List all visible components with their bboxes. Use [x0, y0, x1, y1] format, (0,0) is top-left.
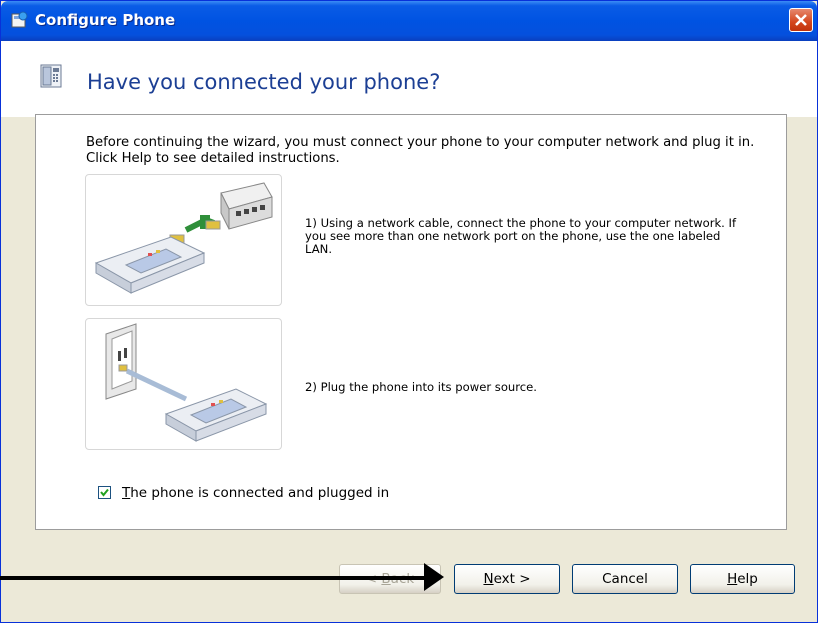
- step-1-text: 1) Using a network cable, connect the ph…: [305, 216, 737, 256]
- power-illustration: [85, 318, 282, 450]
- cancel-button[interactable]: Cancel: [572, 564, 678, 594]
- arrow-pointer-line: [0, 576, 430, 580]
- configure-phone-dialog: Configure Phone Have you connected your …: [0, 0, 818, 623]
- phone-icon: [40, 64, 62, 88]
- next-button[interactable]: Next >: [454, 564, 560, 594]
- window-title: Configure Phone: [35, 11, 176, 29]
- arrow-pointer-head: [424, 563, 444, 591]
- close-button[interactable]: [789, 8, 813, 32]
- checkmark-icon: [100, 488, 109, 497]
- title-bar[interactable]: Configure Phone: [1, 1, 817, 41]
- page-title: Have you connected your phone?: [87, 70, 441, 94]
- content-panel: Before continuing the wizard, you must c…: [35, 114, 787, 530]
- connected-checkbox[interactable]: [98, 486, 111, 499]
- app-icon: [11, 11, 28, 28]
- connected-checkbox-label[interactable]: The phone is connected and plugged in: [122, 485, 389, 501]
- help-button[interactable]: Help: [690, 564, 795, 594]
- intro-text: Before continuing the wizard, you must c…: [86, 135, 755, 166]
- network-illustration: [85, 174, 282, 306]
- close-icon: [795, 14, 807, 26]
- step-2-text: 2) Plug the phone into its power source.: [305, 380, 537, 394]
